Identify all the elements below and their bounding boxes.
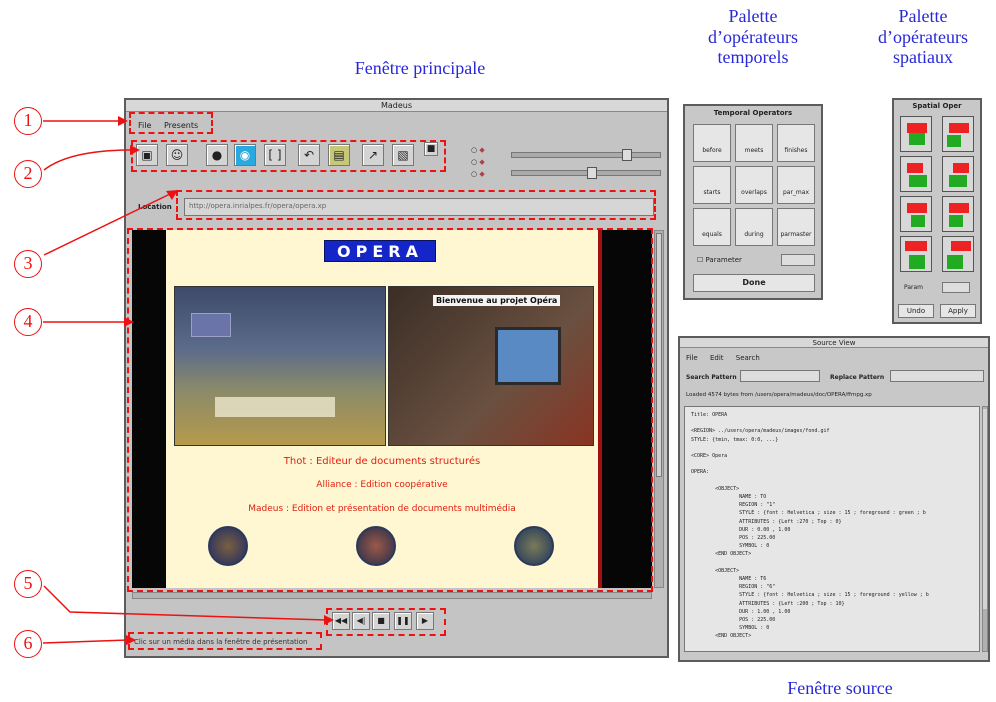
caption-line: spatiaux: [893, 47, 953, 68]
parameter-label: Parameter: [705, 256, 742, 264]
source-menu-edit[interactable]: Edit: [710, 354, 724, 362]
main-window-caption: Fenêtre principale: [354, 58, 486, 78]
radio-option[interactable]: ○ ◆: [471, 146, 485, 154]
parameter-checkbox[interactable]: ☐ Parameter: [697, 256, 742, 264]
spatial-palette-caption: Palette d’opérateurs spatiaux: [858, 6, 988, 68]
spatial-operator-button[interactable]: [942, 156, 974, 192]
scrollbar-thumb[interactable]: [656, 233, 662, 477]
callout-3: 3: [14, 250, 42, 278]
annotation-box-location: [176, 190, 656, 220]
leader-line-2: [43, 149, 133, 171]
undo-button[interactable]: Undo: [898, 304, 934, 318]
spatial-operator-grid: [900, 116, 976, 276]
source-menu-file[interactable]: File: [686, 354, 698, 362]
operator-meets[interactable]: meets: [735, 124, 773, 162]
operator-overlaps[interactable]: overlaps: [735, 166, 773, 204]
operator-starts[interactable]: starts: [693, 166, 731, 204]
spatial-operator-button[interactable]: [942, 116, 974, 152]
source-code-text: Title: OPERA <REGION> ../users/opera/mad…: [691, 412, 929, 640]
temporal-palette-title: Temporal Operators: [713, 109, 793, 117]
temporal-palette-caption: Palette d’opérateurs temporels: [683, 6, 823, 68]
operator-during[interactable]: during: [735, 208, 773, 246]
search-pattern-input[interactable]: [740, 370, 820, 382]
operator-parmaster[interactable]: parmaster: [777, 208, 815, 246]
annotation-box-toolbar: [131, 140, 446, 172]
caption-line: temporels: [717, 47, 789, 68]
spatial-palette-title: Spatial Oper: [912, 102, 962, 110]
replace-pattern-label: Replace Pattern: [830, 374, 885, 381]
spatial-operator-button[interactable]: [900, 196, 932, 232]
search-pattern-label: Search Pattern: [686, 374, 737, 381]
annotation-box-playback: [326, 608, 446, 636]
spatial-param-label: Param: [904, 284, 924, 291]
operator-equals[interactable]: equals: [693, 208, 731, 246]
callout-5: 5: [14, 570, 42, 598]
annotation-box-status: [128, 632, 322, 650]
spatial-operator-button[interactable]: [900, 236, 932, 272]
temporal-operator-grid: before meets finishes starts overlaps pa…: [693, 124, 815, 250]
spatial-param-field[interactable]: [942, 282, 970, 293]
radio-option[interactable]: ○ ◆: [471, 170, 485, 178]
spatial-operator-button[interactable]: [900, 156, 932, 192]
annotation-box-document: [127, 228, 653, 592]
done-button[interactable]: Done: [693, 274, 815, 292]
operator-before[interactable]: before: [693, 124, 731, 162]
slider-thumb[interactable]: [587, 167, 597, 179]
caption-line: d’opérateurs: [878, 26, 968, 47]
apply-button[interactable]: Apply: [940, 304, 976, 318]
caption-line: Palette: [898, 6, 948, 26]
source-code-area[interactable]: Title: OPERA <REGION> ../users/opera/mad…: [684, 406, 980, 652]
slider-bottom[interactable]: [511, 167, 661, 179]
location-label: Location: [138, 203, 172, 211]
source-info-line: Loaded 4574 bytes from /users/opera/made…: [686, 392, 872, 398]
leader-line-6: [42, 639, 129, 644]
operator-par-max[interactable]: par_max: [777, 166, 815, 204]
spatial-operator-button[interactable]: [942, 196, 974, 232]
callout-1: 1: [14, 107, 42, 135]
zoom-radio-group: ○ ◆ ○ ◆ ○ ◆: [471, 146, 485, 178]
spatial-palette-window: Spatial Oper Param Undo Apply: [892, 98, 982, 324]
caption-line: Palette: [728, 6, 778, 26]
source-menubar: File Edit Search: [686, 354, 770, 362]
slider-thumb[interactable]: [622, 149, 632, 161]
source-scrollbar[interactable]: [982, 406, 988, 652]
temporal-palette-window: Temporal Operators before meets finishes…: [683, 104, 823, 300]
annotation-box-menubar: [129, 112, 213, 134]
replace-pattern-input[interactable]: [890, 370, 984, 382]
main-window-titlebar: Madeus: [126, 100, 667, 112]
source-window-titlebar: Source View: [680, 338, 988, 348]
parameter-field[interactable]: [781, 254, 815, 266]
spatial-operator-button[interactable]: [942, 236, 974, 272]
callout-4: 4: [14, 308, 42, 336]
callout-2: 2: [14, 160, 42, 188]
slider-top[interactable]: [511, 149, 661, 161]
source-window: Source View File Edit Search Search Patt…: [678, 336, 990, 662]
radio-option[interactable]: ○ ◆: [471, 158, 485, 166]
source-window-caption: Fenêtre source: [787, 678, 893, 698]
source-scrollbar-thumb[interactable]: [983, 409, 987, 609]
spatial-operator-button[interactable]: [900, 116, 932, 152]
source-menu-search[interactable]: Search: [736, 354, 760, 362]
caption-line: d’opérateurs: [708, 26, 798, 47]
callout-6: 6: [14, 630, 42, 658]
horizontal-scrollbar[interactable]: [132, 592, 652, 599]
document-scrollbar[interactable]: [654, 230, 664, 588]
operator-finishes[interactable]: finishes: [777, 124, 815, 162]
